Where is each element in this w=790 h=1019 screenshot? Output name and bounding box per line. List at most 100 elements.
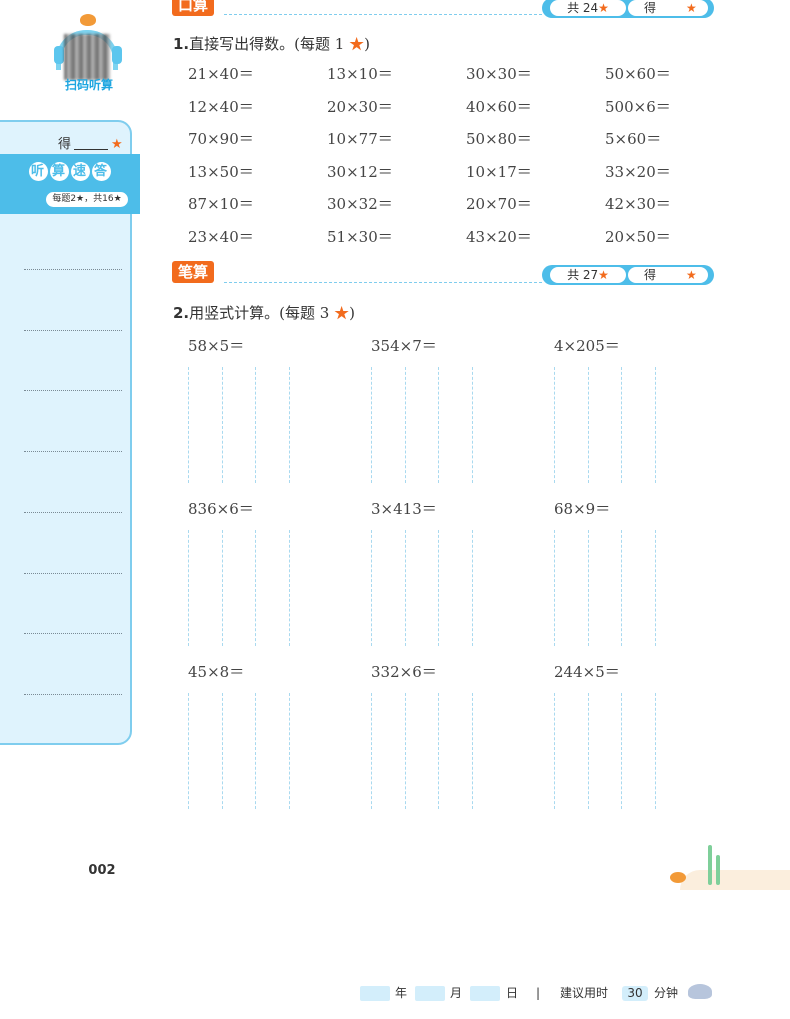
question-number: 2. (173, 304, 190, 322)
day-label: 日 (506, 986, 519, 1000)
listen-title-char: 答 (92, 162, 111, 181)
oral-problem: 20×30＝ (327, 97, 393, 116)
question-tail: ) (364, 35, 370, 53)
question-2: 2.用竖式计算。(每题 3 ★) (173, 302, 355, 323)
vertical-problem: 332×6＝ (371, 663, 437, 681)
oral-problem: 10×77＝ (327, 130, 393, 149)
oral-problem: 51×30＝ (327, 227, 393, 246)
seaweed-icon (716, 855, 720, 885)
month-input[interactable] (415, 986, 445, 1001)
oral-problem: 5×60＝ (605, 130, 662, 149)
qr-label: 扫码听算 (64, 78, 113, 92)
section1-score-bar: 共 24★ 得 ★ (542, 0, 714, 18)
answer-line[interactable] (24, 633, 122, 635)
answer-line[interactable] (24, 572, 122, 574)
oral-problem: 20×70＝ (466, 195, 532, 214)
suggested-time-label: 建议用时 (560, 986, 609, 1000)
seaweed-icon (708, 845, 712, 885)
total-stars-pill: 共 27★ (550, 267, 626, 283)
total-stars-label: 共 24 (567, 1, 599, 15)
listen-title: 听算速答 (0, 162, 140, 181)
oral-problem: 21×40＝ (188, 65, 254, 83)
star-icon: ★ (686, 1, 697, 15)
work-area[interactable] (554, 367, 656, 483)
work-area[interactable] (554, 530, 656, 646)
month-label: 月 (450, 986, 463, 1000)
vertical-problem: 58×5＝ (188, 337, 245, 355)
question-text: 用竖式计算。(每题 3 (189, 304, 330, 322)
oral-problem: 10×17＝ (466, 162, 532, 181)
oral-problem: 30×12＝ (327, 162, 393, 181)
section-divider (224, 14, 542, 15)
answer-line[interactable] (24, 451, 122, 453)
vertical-problem: 4×205＝ (554, 337, 620, 355)
sidebar-score-label: 得 (58, 137, 72, 152)
bird-icon (80, 14, 96, 26)
work-area[interactable] (188, 530, 290, 646)
answer-line[interactable] (24, 390, 122, 392)
answer-line[interactable] (24, 693, 122, 695)
sidebar-score: 得 ★ (58, 133, 123, 152)
vertical-problem: 244×5＝ (554, 663, 620, 681)
star-icon: ★ (686, 268, 697, 282)
star-icon: ★ (111, 137, 123, 152)
answer-line[interactable] (24, 329, 122, 331)
headphone-ear-left (54, 46, 64, 64)
oral-problem: 23×40＝ (188, 227, 254, 246)
vertical-problem: 3×413＝ (371, 500, 437, 518)
question-number: 1. (173, 35, 190, 53)
oral-problem: 500×6＝ (605, 97, 671, 116)
oral-problem: 33×20＝ (605, 162, 671, 181)
oral-problem: 50×60＝ (605, 65, 671, 83)
suggested-minutes: 30 (622, 986, 648, 1001)
score-label: 得 (644, 268, 657, 282)
answer-line[interactable] (24, 269, 122, 270)
work-area[interactable] (188, 367, 290, 483)
oral-problem: 30×32＝ (327, 195, 393, 214)
listen-title-char: 听 (29, 162, 48, 181)
sand-decoration (680, 870, 790, 890)
year-label: 年 (395, 986, 408, 1000)
score-blank[interactable] (74, 149, 109, 150)
oral-problem: 40×60＝ (466, 97, 532, 116)
oral-problems-grid: 21×40＝ 13×10＝ 30×30＝ 50×60＝ 12×40＝ 20×30＝ 40×6… (188, 64, 748, 260)
total-stars-pill: 共 24★ (550, 0, 626, 16)
work-area[interactable] (188, 693, 290, 809)
oral-problem: 12×40＝ (188, 97, 254, 116)
listen-scoring-note: 每题2★，共16★ (46, 192, 128, 207)
listen-title-char: 速 (71, 162, 90, 181)
star-icon: ★ (598, 268, 609, 282)
footer-separator: | (536, 986, 541, 1000)
oral-problem: 20×50＝ (605, 227, 671, 246)
section-divider (224, 282, 542, 283)
qr-code-image[interactable] (64, 34, 110, 80)
score-label: 得 (644, 1, 657, 15)
oral-problem: 30×30＝ (466, 65, 532, 83)
oral-problem: 13×10＝ (327, 65, 393, 83)
section-tag-oral: 口算 (172, 0, 215, 16)
oral-problem: 43×20＝ (466, 227, 532, 246)
score-pill[interactable]: 得 ★ (628, 267, 708, 283)
question-text: 直接写出得数。(每题 1 (189, 35, 345, 53)
page-number: 002 (88, 863, 116, 878)
oral-problem: 50×80＝ (466, 130, 532, 149)
oral-problem: 42×30＝ (605, 195, 671, 214)
score-pill[interactable]: 得 ★ (628, 0, 708, 16)
question-tail: ) (349, 304, 355, 322)
headphone-ear-right (112, 46, 122, 64)
qr-code-block[interactable]: 扫码听算 (54, 12, 124, 92)
work-area[interactable] (371, 693, 473, 809)
year-input[interactable] (360, 986, 390, 1001)
vertical-problem: 836×6＝ (188, 500, 254, 518)
section-tag-written: 笔算 (172, 261, 215, 283)
work-area[interactable] (371, 530, 473, 646)
star-icon: ★ (598, 1, 609, 15)
work-area[interactable] (371, 367, 473, 483)
oral-problem: 87×10＝ (188, 195, 254, 214)
work-area[interactable] (554, 693, 656, 809)
star-icon: ★ (334, 304, 350, 322)
shell-icon (688, 984, 712, 999)
day-input[interactable] (470, 986, 500, 1001)
section2-score-bar: 共 27★ 得 ★ (542, 265, 714, 285)
answer-line[interactable] (24, 511, 122, 513)
